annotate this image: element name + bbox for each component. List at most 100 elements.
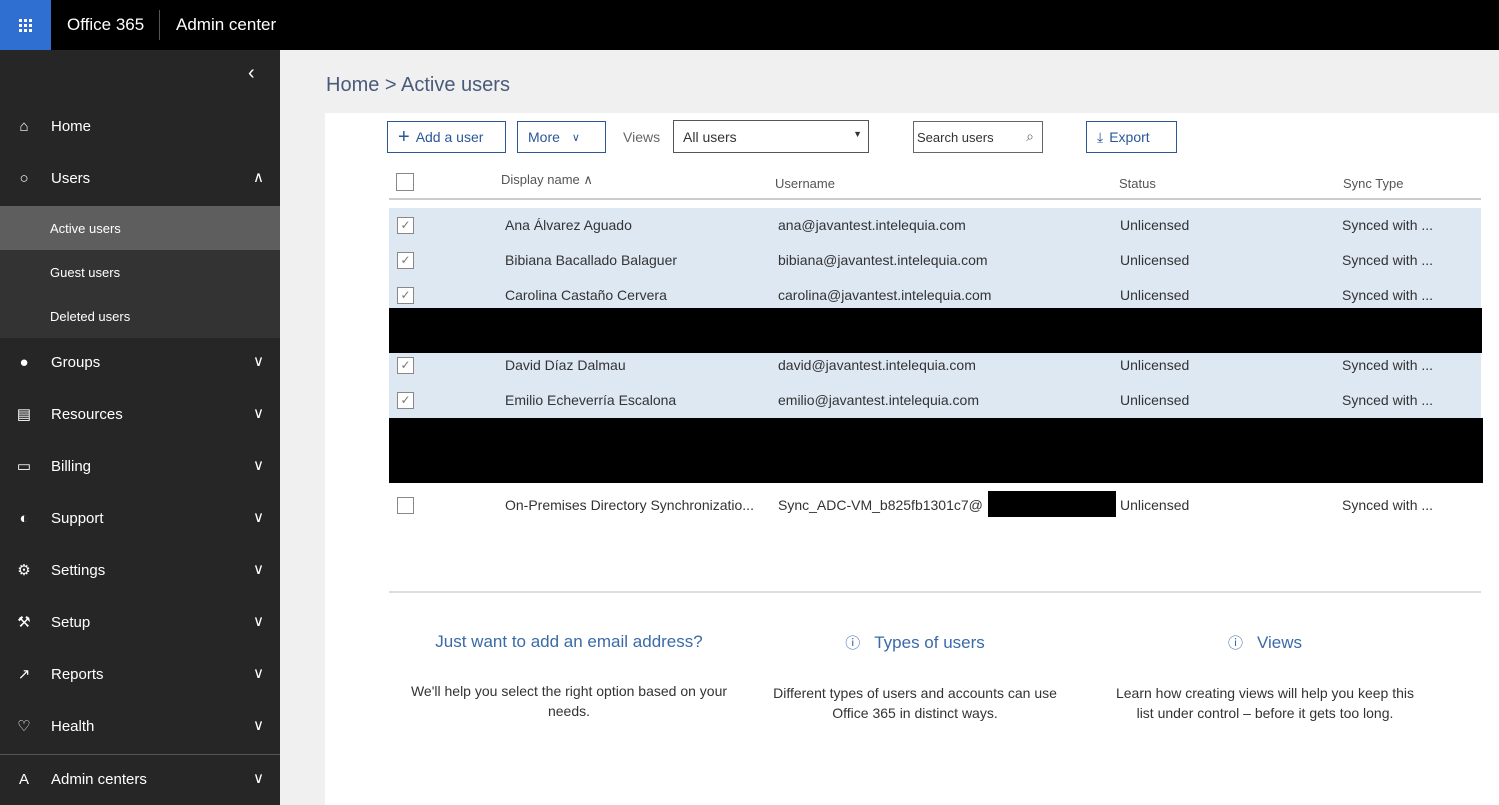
header-divider xyxy=(389,198,1481,200)
display-name[interactable]: Emilio Echeverría Escalona xyxy=(505,392,676,408)
sidebar-item-label: Home xyxy=(51,118,91,135)
waffle-icon xyxy=(19,19,32,32)
chart-icon: ↗ xyxy=(12,662,36,686)
sync-type: Synced with ... xyxy=(1342,252,1433,268)
username: Sync_ADC-VM_b825fb1301c7@ xyxy=(778,497,983,513)
sync-type: Synced with ... xyxy=(1342,392,1433,408)
table-row[interactable]: ✓ David Díaz Dalmau david@javantest.inte… xyxy=(389,348,1481,383)
display-name[interactable]: Ana Álvarez Aguado xyxy=(505,217,632,233)
redacted-row xyxy=(389,308,1482,353)
sidebar-item-label: Groups xyxy=(51,354,100,371)
chevron-down-icon: ∨ xyxy=(253,456,264,474)
sidebar-item-label: Health xyxy=(51,718,94,735)
more-button[interactable]: More∨ xyxy=(517,121,606,153)
sidebar-subitem-active-users[interactable]: Active users xyxy=(0,206,280,250)
chevron-down-icon: ∨ xyxy=(253,664,264,682)
heart-icon: ♡ xyxy=(12,714,36,738)
app-title: Admin center xyxy=(176,15,276,35)
sidebar-item-settings[interactable]: ⚙ Settings ∨ xyxy=(0,548,280,592)
info-icon: ⓘ xyxy=(845,635,860,652)
table-row[interactable]: On-Premises Directory Synchronizatio... … xyxy=(389,488,1481,523)
info-views: ⓘViewsLearn how creating views will help… xyxy=(1110,632,1420,723)
home-icon: ⌂ xyxy=(12,114,36,138)
export-button[interactable]: ⤓Export xyxy=(1086,121,1177,153)
info-link[interactable]: ⓘTypes of users xyxy=(755,632,1075,653)
sidebar-item-admin-centers[interactable]: AAdmin centers∨ xyxy=(0,757,280,801)
sidebar-item-billing[interactable]: ▭ Billing ∨ xyxy=(0,444,280,488)
headset-icon: ◐ xyxy=(12,506,36,530)
table-row[interactable]: ✓ Emilio Echeverría Escalona emilio@java… xyxy=(389,383,1481,418)
app-launcher-button[interactable] xyxy=(0,0,51,50)
chevron-down-icon: ∨ xyxy=(253,612,264,630)
sidebar-subitem-deleted-users[interactable]: Deleted users xyxy=(0,294,280,338)
sidebar: ‹ ⌂ Home ○Users∧ ● Groups ∨ ▤Resources∨ ▭ Billin… xyxy=(0,50,280,805)
dropdown-arrow-icon: ▼ xyxy=(853,129,862,139)
search-input[interactable]: Search users⌕ xyxy=(913,121,1043,153)
add-user-button[interactable]: +Add a user xyxy=(387,121,506,153)
chevron-down-icon: ∨ xyxy=(253,352,264,370)
column-header-username[interactable]: Username xyxy=(775,176,835,191)
sync-type: Synced with ... xyxy=(1342,217,1433,233)
chevron-down-icon: ∨ xyxy=(572,131,580,144)
divider xyxy=(0,754,280,755)
username: bibiana@javantest.intelequia.com xyxy=(778,252,988,268)
status: Unlicensed xyxy=(1120,357,1189,373)
gear-icon: ⚙ xyxy=(12,558,36,582)
info-link[interactable]: Just want to add an email address? xyxy=(410,632,728,652)
sidebar-item-resources[interactable]: ▤Resources∨ xyxy=(0,392,280,436)
breadcrumb: Home > Active users xyxy=(326,74,510,97)
status: Unlicensed xyxy=(1120,392,1189,408)
display-name[interactable]: David Díaz Dalmau xyxy=(505,357,626,373)
sync-type: Synced with ... xyxy=(1342,357,1433,373)
status: Unlicensed xyxy=(1120,252,1189,268)
info-types-of-users: ⓘTypes of usersDifferent types of users … xyxy=(755,632,1075,723)
section-divider xyxy=(389,591,1481,593)
sidebar-item-setup[interactable]: ⚒Setup∨ xyxy=(0,600,280,644)
chevron-down-icon: ∨ xyxy=(253,560,264,578)
row-checkbox[interactable] xyxy=(397,497,414,514)
status: Unlicensed xyxy=(1120,287,1189,303)
sidebar-subitem-guest-users[interactable]: Guest users xyxy=(0,250,280,294)
search-icon: ⌕ xyxy=(1026,128,1034,145)
chevron-up-icon: ∧ xyxy=(253,168,264,186)
table-row[interactable]: ✓ Bibiana Bacallado Balaguer bibiana@jav… xyxy=(389,243,1481,278)
row-checkbox[interactable]: ✓ xyxy=(397,392,414,409)
row-checkbox[interactable]: ✓ xyxy=(397,357,414,374)
sidebar-item-health[interactable]: ♡Health∨ xyxy=(0,704,280,748)
billing-icon: ▭ xyxy=(12,454,36,478)
sidebar-item-label: Settings xyxy=(51,562,105,579)
sidebar-item-support[interactable]: ◐Support∨ xyxy=(0,496,280,540)
sidebar-item-label: Admin centers xyxy=(51,771,147,788)
row-checkbox[interactable]: ✓ xyxy=(397,217,414,234)
info-icon: ⓘ xyxy=(1228,635,1243,652)
display-name[interactable]: On-Premises Directory Synchronizatio... xyxy=(505,497,754,513)
views-select[interactable]: All users▼ xyxy=(673,120,869,153)
sidebar-item-reports[interactable]: ↗Reports∨ xyxy=(0,652,280,696)
row-checkbox[interactable]: ✓ xyxy=(397,287,414,304)
column-header-display-name[interactable]: Display name ∧ xyxy=(501,172,593,188)
username: carolina@javantest.intelequia.com xyxy=(778,287,991,303)
sidebar-item-home[interactable]: ⌂ Home xyxy=(0,104,280,148)
column-header-sync-type[interactable]: Sync Type xyxy=(1343,176,1403,191)
column-header-status[interactable]: Status xyxy=(1119,176,1156,191)
status: Unlicensed xyxy=(1120,497,1189,513)
download-icon: ⤓ xyxy=(1097,129,1103,146)
brand[interactable]: Office 365 xyxy=(67,15,144,35)
table-row[interactable]: ✓ Ana Álvarez Aguado ana@javantest.intel… xyxy=(389,208,1481,243)
top-bar: Office 365 Admin center xyxy=(0,0,1499,50)
sidebar-item-label: Setup xyxy=(51,614,90,631)
row-checkbox[interactable]: ✓ xyxy=(397,252,414,269)
plus-icon: + xyxy=(398,130,410,144)
display-name[interactable]: Bibiana Bacallado Balaguer xyxy=(505,252,677,268)
groups-icon: ● xyxy=(12,350,36,374)
sidebar-item-groups[interactable]: ● Groups ∨ xyxy=(0,340,280,384)
sidebar-item-label: Billing xyxy=(51,458,91,475)
info-add-email: Just want to add an email address?We'll … xyxy=(410,632,728,721)
display-name[interactable]: Carolina Castaño Cervera xyxy=(505,287,667,303)
select-all-checkbox[interactable] xyxy=(396,173,414,191)
username: emilio@javantest.intelequia.com xyxy=(778,392,979,408)
sidebar-item-users[interactable]: ○Users∧ xyxy=(0,156,280,200)
collapse-sidebar-button[interactable]: ‹ xyxy=(248,62,255,85)
info-link[interactable]: ⓘViews xyxy=(1110,632,1420,653)
admin-icon: A xyxy=(12,767,36,791)
